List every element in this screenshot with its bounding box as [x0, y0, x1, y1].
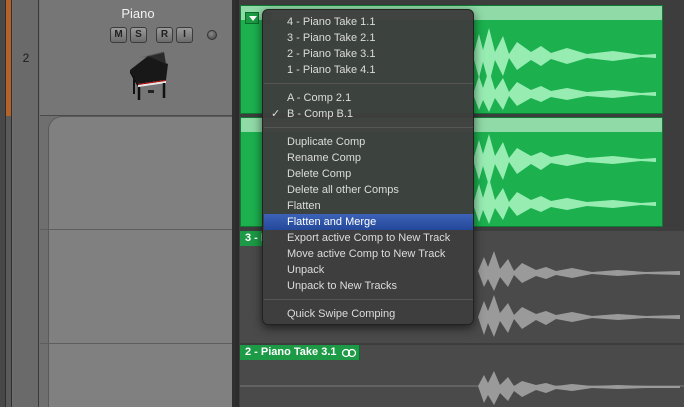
- grand-piano-icon: [130, 51, 168, 100]
- mute-button[interactable]: M: [110, 27, 127, 43]
- arrange-edge: [236, 0, 239, 407]
- menu-item-move-comp[interactable]: Move active Comp to New Track: [264, 246, 473, 262]
- input-monitor-button[interactable]: I: [176, 27, 193, 43]
- checkmark-icon: ✓: [271, 108, 281, 120]
- track-number-column: 2: [13, 0, 39, 407]
- menu-item-flatten-and-merge[interactable]: Flatten and Merge: [264, 214, 473, 230]
- track-status-dot[interactable]: [207, 30, 217, 40]
- menu-item-take-3[interactable]: 3 - Piano Take 2.1: [264, 30, 473, 46]
- collapse-arrow-icon[interactable]: [245, 12, 259, 24]
- menu-item-flatten[interactable]: Flatten: [264, 198, 473, 214]
- record-enable-button[interactable]: R: [156, 27, 173, 43]
- menu-item-label: B - Comp B.1: [287, 108, 354, 120]
- menu-item-rename-comp[interactable]: Rename Comp: [264, 150, 473, 166]
- track-divider: [40, 229, 236, 230]
- menu-separator: [264, 127, 473, 128]
- menu-item-comp-a[interactable]: A - Comp 2.1: [264, 90, 473, 106]
- menu-item-unpack[interactable]: Unpack: [264, 262, 473, 278]
- menu-separator: [264, 83, 473, 84]
- menu-item-quick-swipe-comping[interactable]: Quick Swipe Comping: [264, 306, 473, 322]
- menu-item-unpack-to-new-tracks[interactable]: Unpack to New Tracks: [264, 278, 473, 294]
- menu-item-duplicate-comp[interactable]: Duplicate Comp: [264, 134, 473, 150]
- menu-item-take-2[interactable]: 2 - Piano Take 3.1: [264, 46, 473, 62]
- menu-separator: [264, 299, 473, 300]
- track-strip-empty: [6, 116, 12, 407]
- menu-item-export-comp[interactable]: Export active Comp to New Track: [264, 230, 473, 246]
- menu-item-take-1[interactable]: 1 - Piano Take 4.1: [264, 62, 473, 78]
- waveform: [240, 371, 684, 405]
- track-number: 2: [22, 51, 30, 65]
- track-divider: [40, 343, 236, 344]
- track-name[interactable]: Piano: [40, 6, 236, 21]
- track-header-main[interactable]: Piano M S R I: [40, 0, 236, 116]
- menu-item-take-4[interactable]: 4 - Piano Take 1.1: [264, 14, 473, 30]
- menu-item-delete-comp[interactable]: Delete Comp: [264, 166, 473, 182]
- track-lane[interactable]: 2 - Piano Take 3.1: [240, 345, 684, 407]
- solo-button[interactable]: S: [130, 27, 147, 43]
- menu-item-delete-other-comps[interactable]: Delete all other Comps: [264, 182, 473, 198]
- menu-item-comp-b[interactable]: ✓ B - Comp B.1: [264, 106, 473, 122]
- track-color-strip: [6, 0, 12, 116]
- take-folder-context-menu[interactable]: 4 - Piano Take 1.1 3 - Piano Take 2.1 2 …: [262, 9, 474, 325]
- track-header: 2 Piano M S R I: [0, 0, 236, 407]
- track-header-empty-area: [48, 116, 236, 407]
